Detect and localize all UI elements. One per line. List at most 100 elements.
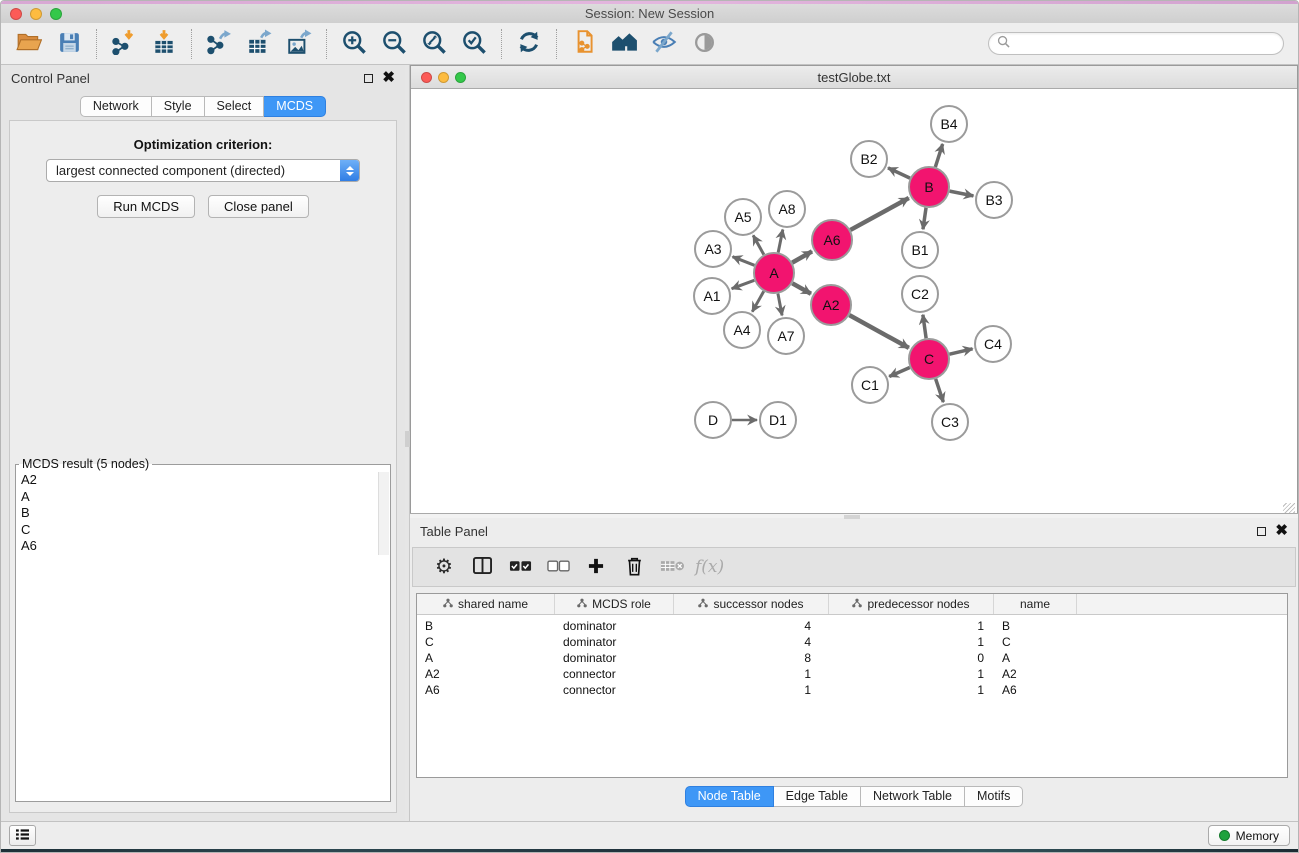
close-panel-button[interactable]: Close panel: [208, 195, 309, 218]
export-image-button[interactable]: [279, 27, 319, 61]
table-cell[interactable]: dominator: [555, 634, 674, 650]
function-builder-button[interactable]: f(x): [695, 557, 724, 577]
select-all-button[interactable]: [501, 551, 539, 583]
tab-node-table[interactable]: Node Table: [685, 786, 774, 807]
task-history-button[interactable]: [9, 825, 36, 846]
table-cell[interactable]: connector: [555, 682, 674, 698]
graph-edge-B-B1[interactable]: [923, 208, 926, 229]
apply-layout-button[interactable]: [509, 27, 549, 61]
criterion-dropdown[interactable]: largest connected component (directed): [46, 159, 360, 182]
table-cell[interactable]: 0: [829, 650, 994, 666]
table-cell[interactable]: C: [994, 634, 1077, 650]
column-header-predecessor-nodes[interactable]: predecessor nodes: [829, 594, 994, 614]
table-cell[interactable]: A2: [994, 666, 1077, 682]
result-list-scrollbar[interactable]: [378, 472, 389, 555]
memory-button[interactable]: Memory: [1208, 825, 1290, 846]
create-column-button[interactable]: [577, 551, 615, 583]
table-cell[interactable]: dominator: [555, 618, 674, 634]
column-header-name[interactable]: name: [994, 594, 1077, 614]
table-cell[interactable]: 1: [829, 618, 994, 634]
table-cell[interactable]: 1: [674, 666, 829, 682]
search-field[interactable]: [988, 32, 1284, 55]
table-cell[interactable]: 1: [829, 682, 994, 698]
mcds-result-item[interactable]: C: [17, 522, 389, 539]
tab-mcds[interactable]: MCDS: [264, 96, 326, 117]
splitter-grip[interactable]: [844, 515, 860, 519]
float-panel-icon[interactable]: [1257, 527, 1266, 536]
table-cell[interactable]: A2: [417, 666, 555, 682]
open-session-button[interactable]: [9, 27, 49, 61]
duplicate-network-button[interactable]: [564, 27, 604, 61]
table-cell[interactable]: dominator: [555, 650, 674, 666]
column-header-shared-name[interactable]: shared name: [417, 594, 555, 614]
hide-graphics-details-button[interactable]: [644, 27, 684, 61]
table-cell[interactable]: B: [994, 618, 1077, 634]
panel-splitter-horizontal[interactable]: [410, 513, 1298, 518]
graph-edge-A-A3[interactable]: [733, 257, 755, 266]
graph-edge-A-A5[interactable]: [753, 235, 764, 254]
delete-column-button[interactable]: [615, 551, 653, 583]
save-session-button[interactable]: [49, 27, 89, 61]
table-cell[interactable]: 1: [674, 682, 829, 698]
tab-network[interactable]: Network: [80, 96, 152, 117]
run-mcds-button[interactable]: Run MCDS: [97, 195, 195, 218]
table-row[interactable]: A6connector11A6: [417, 682, 1287, 698]
graph-edge-A-A4[interactable]: [752, 291, 763, 311]
tab-style[interactable]: Style: [152, 96, 205, 117]
zoom-in-button[interactable]: [334, 27, 374, 61]
graph-edge-A-A7[interactable]: [778, 294, 782, 316]
search-input[interactable]: [1015, 36, 1275, 52]
splitter-grip[interactable]: [405, 431, 410, 447]
mcds-result-item[interactable]: A: [17, 489, 389, 506]
import-table-button[interactable]: [144, 27, 184, 61]
close-panel-icon[interactable]: ✖: [382, 73, 395, 83]
table-cell[interactable]: A: [417, 650, 555, 666]
panel-splitter-vertical[interactable]: [405, 65, 410, 821]
table-cell[interactable]: C: [417, 634, 555, 650]
export-network-button[interactable]: [199, 27, 239, 61]
table-cell[interactable]: connector: [555, 666, 674, 682]
tab-select[interactable]: Select: [205, 96, 265, 117]
mcds-result-item[interactable]: A6: [17, 538, 389, 555]
graph-edge-C-C4[interactable]: [949, 349, 972, 354]
network-canvas[interactable]: AA1A2A3A4A5A6A7A8BB1B2B3B4CC1C2C3C4DD1: [411, 89, 1297, 517]
graph-edge-A-A2[interactable]: [792, 283, 811, 293]
table-cell[interactable]: 1: [829, 666, 994, 682]
graph-edge-B-B4[interactable]: [935, 144, 942, 167]
export-table-button[interactable]: [239, 27, 279, 61]
graph-edge-A2-C[interactable]: [849, 315, 908, 348]
graph-edge-C-C1[interactable]: [889, 367, 910, 376]
column-header-successor-nodes[interactable]: successor nodes: [674, 594, 829, 614]
close-panel-icon[interactable]: ✖: [1275, 526, 1288, 536]
table-cell[interactable]: A6: [994, 682, 1077, 698]
mcds-result-item[interactable]: B: [17, 505, 389, 522]
zoom-fit-button[interactable]: [414, 27, 454, 61]
show-graphics-details-button[interactable]: [684, 27, 724, 61]
tab-edge-table[interactable]: Edge Table: [774, 786, 861, 807]
graph-edge-A-A1[interactable]: [732, 280, 755, 288]
table-cell[interactable]: B: [417, 618, 555, 634]
graph-edge-C-C2[interactable]: [923, 315, 926, 338]
cybrowser-home-button[interactable]: [604, 27, 644, 61]
delete-table-button[interactable]: [653, 551, 691, 583]
table-cell[interactable]: A: [994, 650, 1077, 666]
mac-titlebar[interactable]: Session: New Session: [1, 4, 1298, 23]
mcds-result-item[interactable]: A2: [17, 472, 389, 489]
zoom-out-button[interactable]: [374, 27, 414, 61]
tab-network-table[interactable]: Network Table: [861, 786, 965, 807]
graph-edge-C-C3[interactable]: [936, 379, 944, 402]
graph-edge-B-B3[interactable]: [950, 191, 974, 196]
table-row[interactable]: Cdominator41C: [417, 634, 1287, 650]
deselect-all-button[interactable]: [539, 551, 577, 583]
column-header-MCDS-role[interactable]: MCDS role: [555, 594, 674, 614]
table-row[interactable]: Adominator80A: [417, 650, 1287, 666]
graph-edge-B-B2[interactable]: [888, 168, 910, 178]
graph-edge-A-A8[interactable]: [778, 230, 783, 253]
import-network-button[interactable]: [104, 27, 144, 61]
float-panel-icon[interactable]: [364, 74, 373, 83]
table-cell[interactable]: A6: [417, 682, 555, 698]
split-panel-button[interactable]: [463, 551, 501, 583]
zoom-selected-button[interactable]: [454, 27, 494, 61]
column-settings-button[interactable]: ⚙: [425, 551, 463, 583]
graph-edge-A6-B[interactable]: [850, 198, 908, 230]
